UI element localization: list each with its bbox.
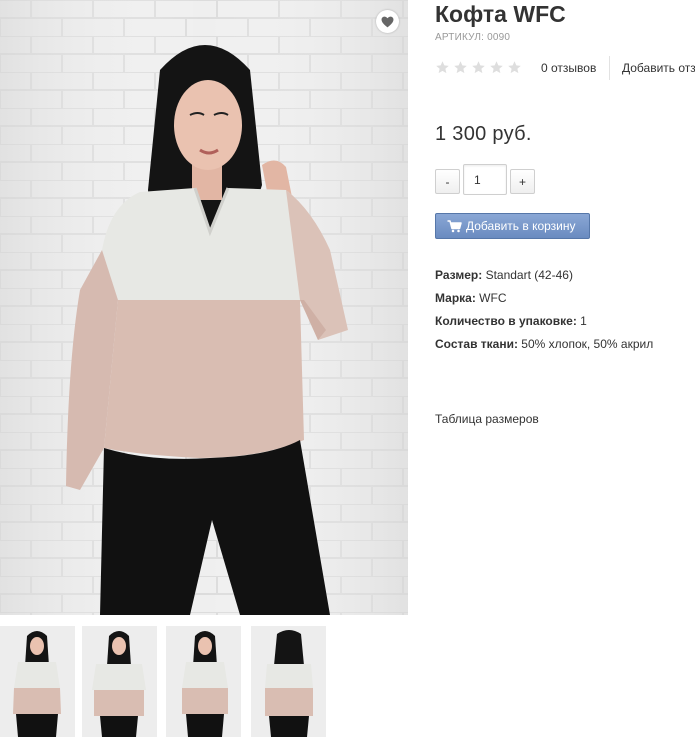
thumbnail-image [166, 626, 241, 737]
thumbnail-image [0, 626, 75, 737]
product-price: 1 300 руб. [435, 123, 532, 145]
attribute-value: Standart (42-46) [485, 268, 573, 282]
attribute-value: 50% хлопок, 50% акрил [521, 337, 654, 351]
star-icon[interactable] [507, 60, 522, 75]
add-review-link[interactable]: Добавить отз [622, 61, 695, 75]
rating-stars[interactable] [435, 60, 522, 75]
product-main-image[interactable] [0, 0, 408, 615]
thumbnail-1[interactable] [0, 626, 75, 737]
attribute-value: WFC [479, 291, 507, 305]
product-title: Кофта WFC [435, 1, 566, 27]
thumbnail-image [251, 626, 326, 737]
attribute-value: 1 [580, 314, 587, 328]
attribute-row-composition: Состав ткани: 50% хлопок, 50% акрил [435, 333, 653, 356]
quantity-input[interactable] [463, 164, 507, 195]
heart-icon [381, 16, 394, 27]
star-icon[interactable] [453, 60, 468, 75]
divider [609, 56, 610, 80]
reviews-count-link[interactable]: 0 отзывов [541, 61, 596, 75]
attribute-label: Марка: [435, 291, 476, 305]
product-photo-illustration [0, 0, 408, 615]
attribute-label: Состав ткани: [435, 337, 518, 351]
thumbnail-3[interactable] [166, 626, 241, 737]
shopping-cart-icon [447, 219, 462, 233]
thumbnail-image [82, 626, 157, 737]
add-to-cart-label: Добавить в корзину [466, 219, 576, 233]
quantity-increase-button[interactable]: + [510, 169, 535, 194]
star-icon[interactable] [489, 60, 504, 75]
attribute-label: Количество в упаковке: [435, 314, 577, 328]
wishlist-button[interactable] [376, 10, 399, 33]
size-chart-link[interactable]: Таблица размеров [435, 412, 539, 426]
thumbnail-4[interactable] [251, 626, 326, 737]
star-icon[interactable] [471, 60, 486, 75]
thumbnail-2[interactable] [82, 626, 157, 737]
attribute-label: Размер: [435, 268, 483, 282]
attribute-row-size: Размер: Standart (42-46) [435, 264, 653, 287]
star-icon[interactable] [435, 60, 450, 75]
quantity-decrease-button[interactable]: - [435, 169, 460, 194]
attribute-row-pack-quantity: Количество в упаковке: 1 [435, 310, 653, 333]
add-to-cart-button[interactable]: Добавить в корзину [435, 213, 590, 239]
attribute-row-brand: Марка: WFC [435, 287, 653, 310]
product-attributes: Размер: Standart (42-46) Марка: WFC Коли… [435, 264, 653, 356]
product-sku: АРТИКУЛ: 0090 [435, 32, 511, 43]
